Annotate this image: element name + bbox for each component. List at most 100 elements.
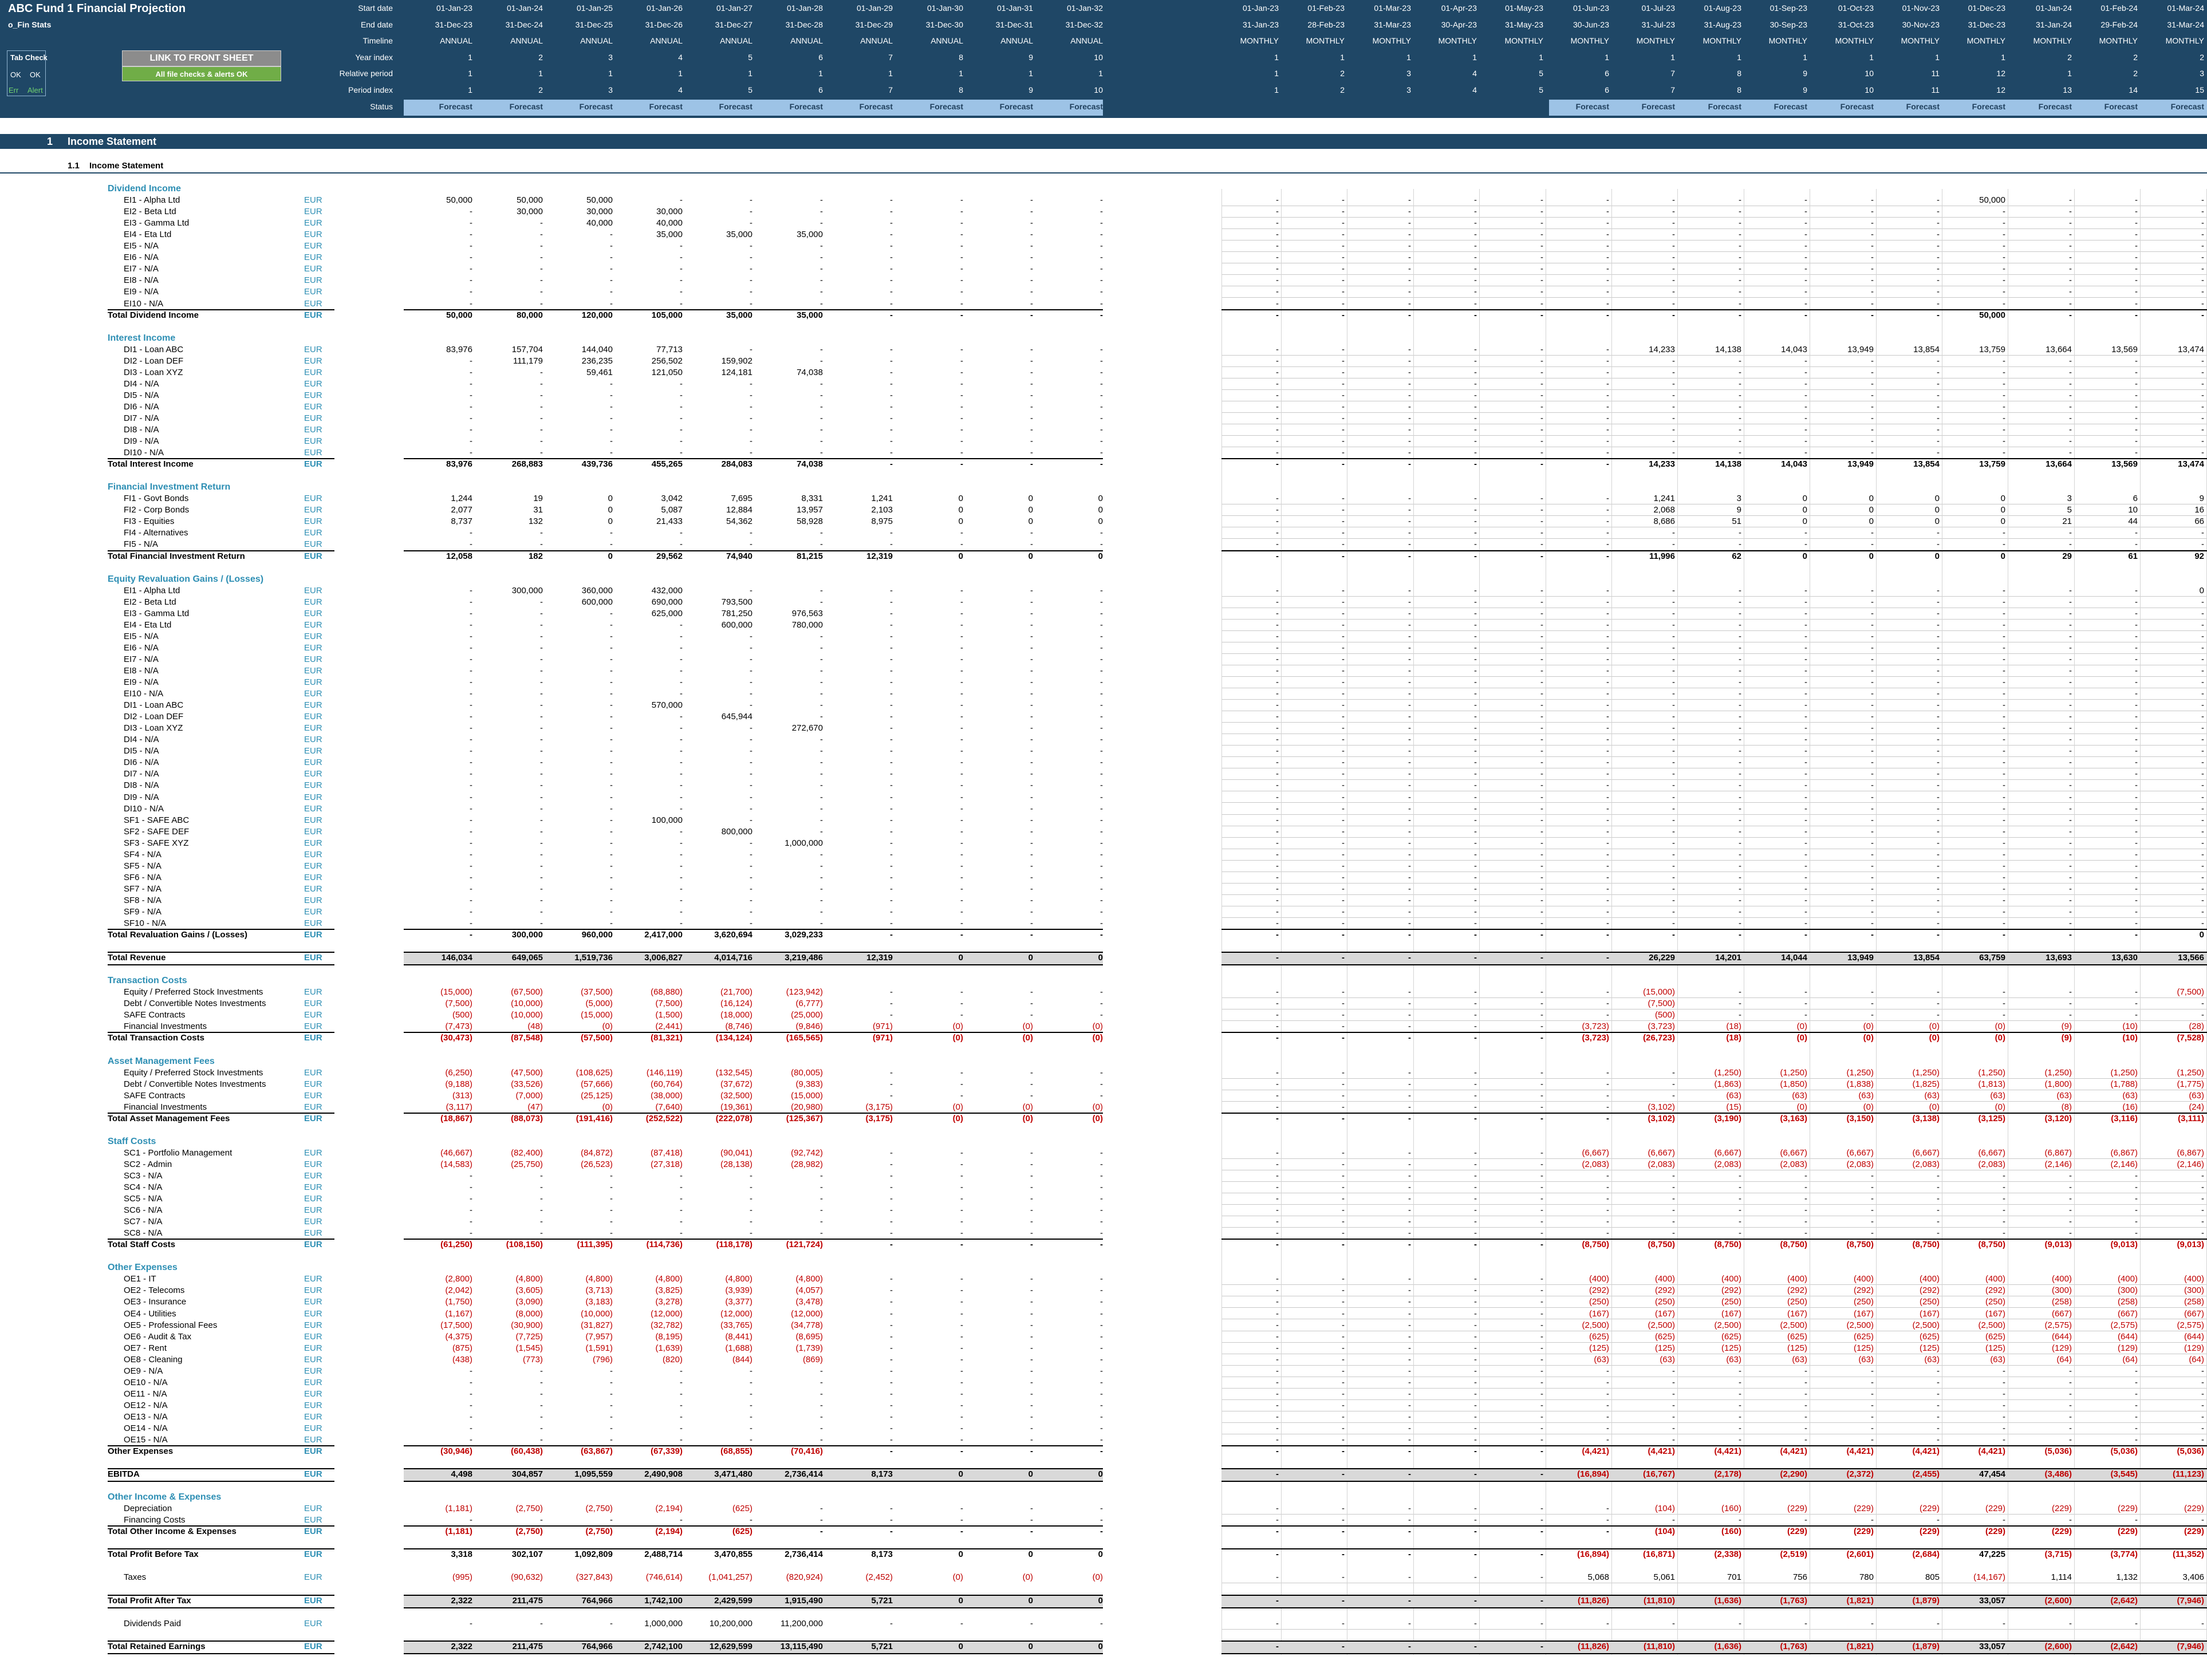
monthly-value-cell: (6,667) xyxy=(1714,1147,1741,1158)
annual-value-cell: - xyxy=(750,872,752,882)
annual-value-cell: - xyxy=(540,448,543,458)
line-item-label: DI1 - Loan ABC xyxy=(124,344,184,354)
annual-value-cell: - xyxy=(960,310,963,320)
monthly-value-cell: - xyxy=(2201,665,2204,676)
monthly-value-cell: - xyxy=(2003,298,2005,309)
annual-value-cell: - xyxy=(890,884,893,894)
annual-value-cell: - xyxy=(820,1411,823,1422)
annual-value-cell: - xyxy=(680,665,683,676)
monthly-value-cell: - xyxy=(1937,195,1940,206)
annual-value-cell: - xyxy=(1100,344,1103,354)
monthly-value-cell: - xyxy=(1276,1170,1279,1181)
monthly-year-index-cell: 1 xyxy=(1274,53,1279,62)
monthly-value-cell: - xyxy=(1474,275,1477,286)
annual-value-cell: (48) xyxy=(527,1022,543,1032)
annual-value-cell: 0 xyxy=(1028,505,1033,515)
annual-value-cell: - xyxy=(610,712,613,722)
monthly-value-cell: 10 xyxy=(2128,505,2138,515)
annual-timeline-cell: ANNUAL xyxy=(510,36,543,45)
link-front-sheet-button[interactable]: LINK TO FRONT SHEET xyxy=(122,50,281,66)
monthly-value-cell: - xyxy=(1937,872,1940,882)
monthly-value-cell: - xyxy=(1408,1320,1411,1330)
annual-value-cell: (2,750) xyxy=(585,1504,613,1514)
unit-label: EUR xyxy=(304,1113,322,1123)
monthly-value-cell: - xyxy=(2069,758,2072,768)
group-heading: Asset Management Fees xyxy=(108,1056,215,1066)
annual-value-cell: (32,782) xyxy=(651,1320,683,1330)
monthly-value-cell: - xyxy=(1276,494,1279,504)
monthly-value-cell: (63) xyxy=(1924,1090,1940,1101)
monthly-value-cell: - xyxy=(1408,723,1411,733)
monthly-value-cell: - xyxy=(1474,207,1477,217)
monthly-value-cell: - xyxy=(2135,448,2138,458)
total-label: Total Financial Investment Return xyxy=(108,551,245,561)
unit-label: EUR xyxy=(304,1297,322,1307)
annual-value-cell: (15,000) xyxy=(791,1090,823,1101)
monthly-value-cell: - xyxy=(1474,597,1477,607)
monthly-value-cell: (8) xyxy=(2061,1102,2072,1112)
monthly-value-cell: - xyxy=(2135,803,2138,814)
monthly-value-cell: - xyxy=(1804,1515,1807,1525)
monthly-value-cell: - xyxy=(1408,425,1411,435)
monthly-value-cell: (292) xyxy=(1985,1285,2005,1296)
annual-value-cell: - xyxy=(540,1377,543,1387)
monthly-value-cell: - xyxy=(1739,413,1741,423)
monthly-value-cell: - xyxy=(2135,230,2138,240)
monthly-value-cell: - xyxy=(2135,298,2138,309)
monthly-value-cell: (6,667) xyxy=(1648,1147,1675,1158)
annual-value-cell: 2,742,100 xyxy=(644,1641,683,1651)
monthly-value-cell: - xyxy=(1672,1182,1675,1192)
monthly-value-cell: - xyxy=(1871,700,1874,711)
monthly-value-cell: - xyxy=(2069,1400,2072,1410)
annual-value-cell: - xyxy=(890,356,893,366)
monthly-value-cell: - xyxy=(1342,1343,1345,1353)
monthly-value-cell: (129) xyxy=(2051,1343,2072,1353)
annual-value-cell: (3,183) xyxy=(585,1297,613,1307)
annual-value-cell: - xyxy=(750,849,752,859)
annual-value-cell: - xyxy=(960,264,963,274)
annual-value-cell: - xyxy=(960,642,963,653)
monthly-value-cell: - xyxy=(1871,528,1874,538)
monthly-value-cell: - xyxy=(2135,884,2138,894)
annual-value-cell: - xyxy=(1030,1079,1033,1089)
monthly-value-cell: - xyxy=(1408,1641,1411,1651)
annual-value-cell: 0 xyxy=(1028,1595,1033,1606)
group-heading: Equity Revaluation Gains / (Losses) xyxy=(108,574,264,584)
monthly-value-cell: - xyxy=(1739,712,1741,722)
monthly-value-cell: - xyxy=(1672,585,1675,596)
annual-value-cell: - xyxy=(1100,253,1103,263)
annual-value-cell: - xyxy=(1100,608,1103,618)
monthly-value-cell: 13,759 xyxy=(1979,344,2005,354)
annual-value-cell: - xyxy=(540,597,543,607)
monthly-value-cell: - xyxy=(1672,425,1675,435)
monthly-value-cell: - xyxy=(1408,1308,1411,1319)
monthly-value-cell: - xyxy=(1871,780,1874,791)
monthly-value-cell: (250) xyxy=(1853,1297,1874,1307)
total-label: Total Transaction Costs xyxy=(108,1033,204,1043)
monthly-value-cell: - xyxy=(1408,1159,1411,1169)
annual-value-cell: - xyxy=(820,425,823,435)
monthly-value-cell: - xyxy=(1342,987,1345,997)
annual-value-cell: - xyxy=(890,597,893,607)
annual-value-cell: (92,742) xyxy=(791,1147,823,1158)
monthly-value-cell: - xyxy=(1606,413,1609,423)
monthly-value-cell: (11,810) xyxy=(1643,1595,1675,1606)
annual-value-cell: (6,250) xyxy=(445,1067,472,1078)
annual-value-cell: - xyxy=(1030,930,1033,940)
monthly-value-cell: - xyxy=(1474,712,1477,722)
monthly-value-cell: - xyxy=(1672,298,1675,309)
monthly-value-cell: - xyxy=(2201,436,2204,447)
annual-value-cell: (111,395) xyxy=(577,1240,613,1250)
monthly-value-cell: (625) xyxy=(1787,1331,1807,1342)
monthly-value-cell: 0 xyxy=(1869,494,1874,504)
monthly-value-cell: - xyxy=(1804,861,1807,871)
annual-value-cell: - xyxy=(960,1067,963,1078)
annual-value-cell: (0) xyxy=(1092,1033,1103,1043)
monthly-value-cell: - xyxy=(1408,803,1411,814)
monthly-value-cell: - xyxy=(1276,1113,1279,1123)
annual-value-cell: - xyxy=(680,1411,683,1422)
annual-value-cell: - xyxy=(890,1366,893,1376)
monthly-value-cell: - xyxy=(2003,723,2005,733)
monthly-value-cell: - xyxy=(1804,378,1807,389)
monthly-value-cell: - xyxy=(1474,1033,1477,1043)
